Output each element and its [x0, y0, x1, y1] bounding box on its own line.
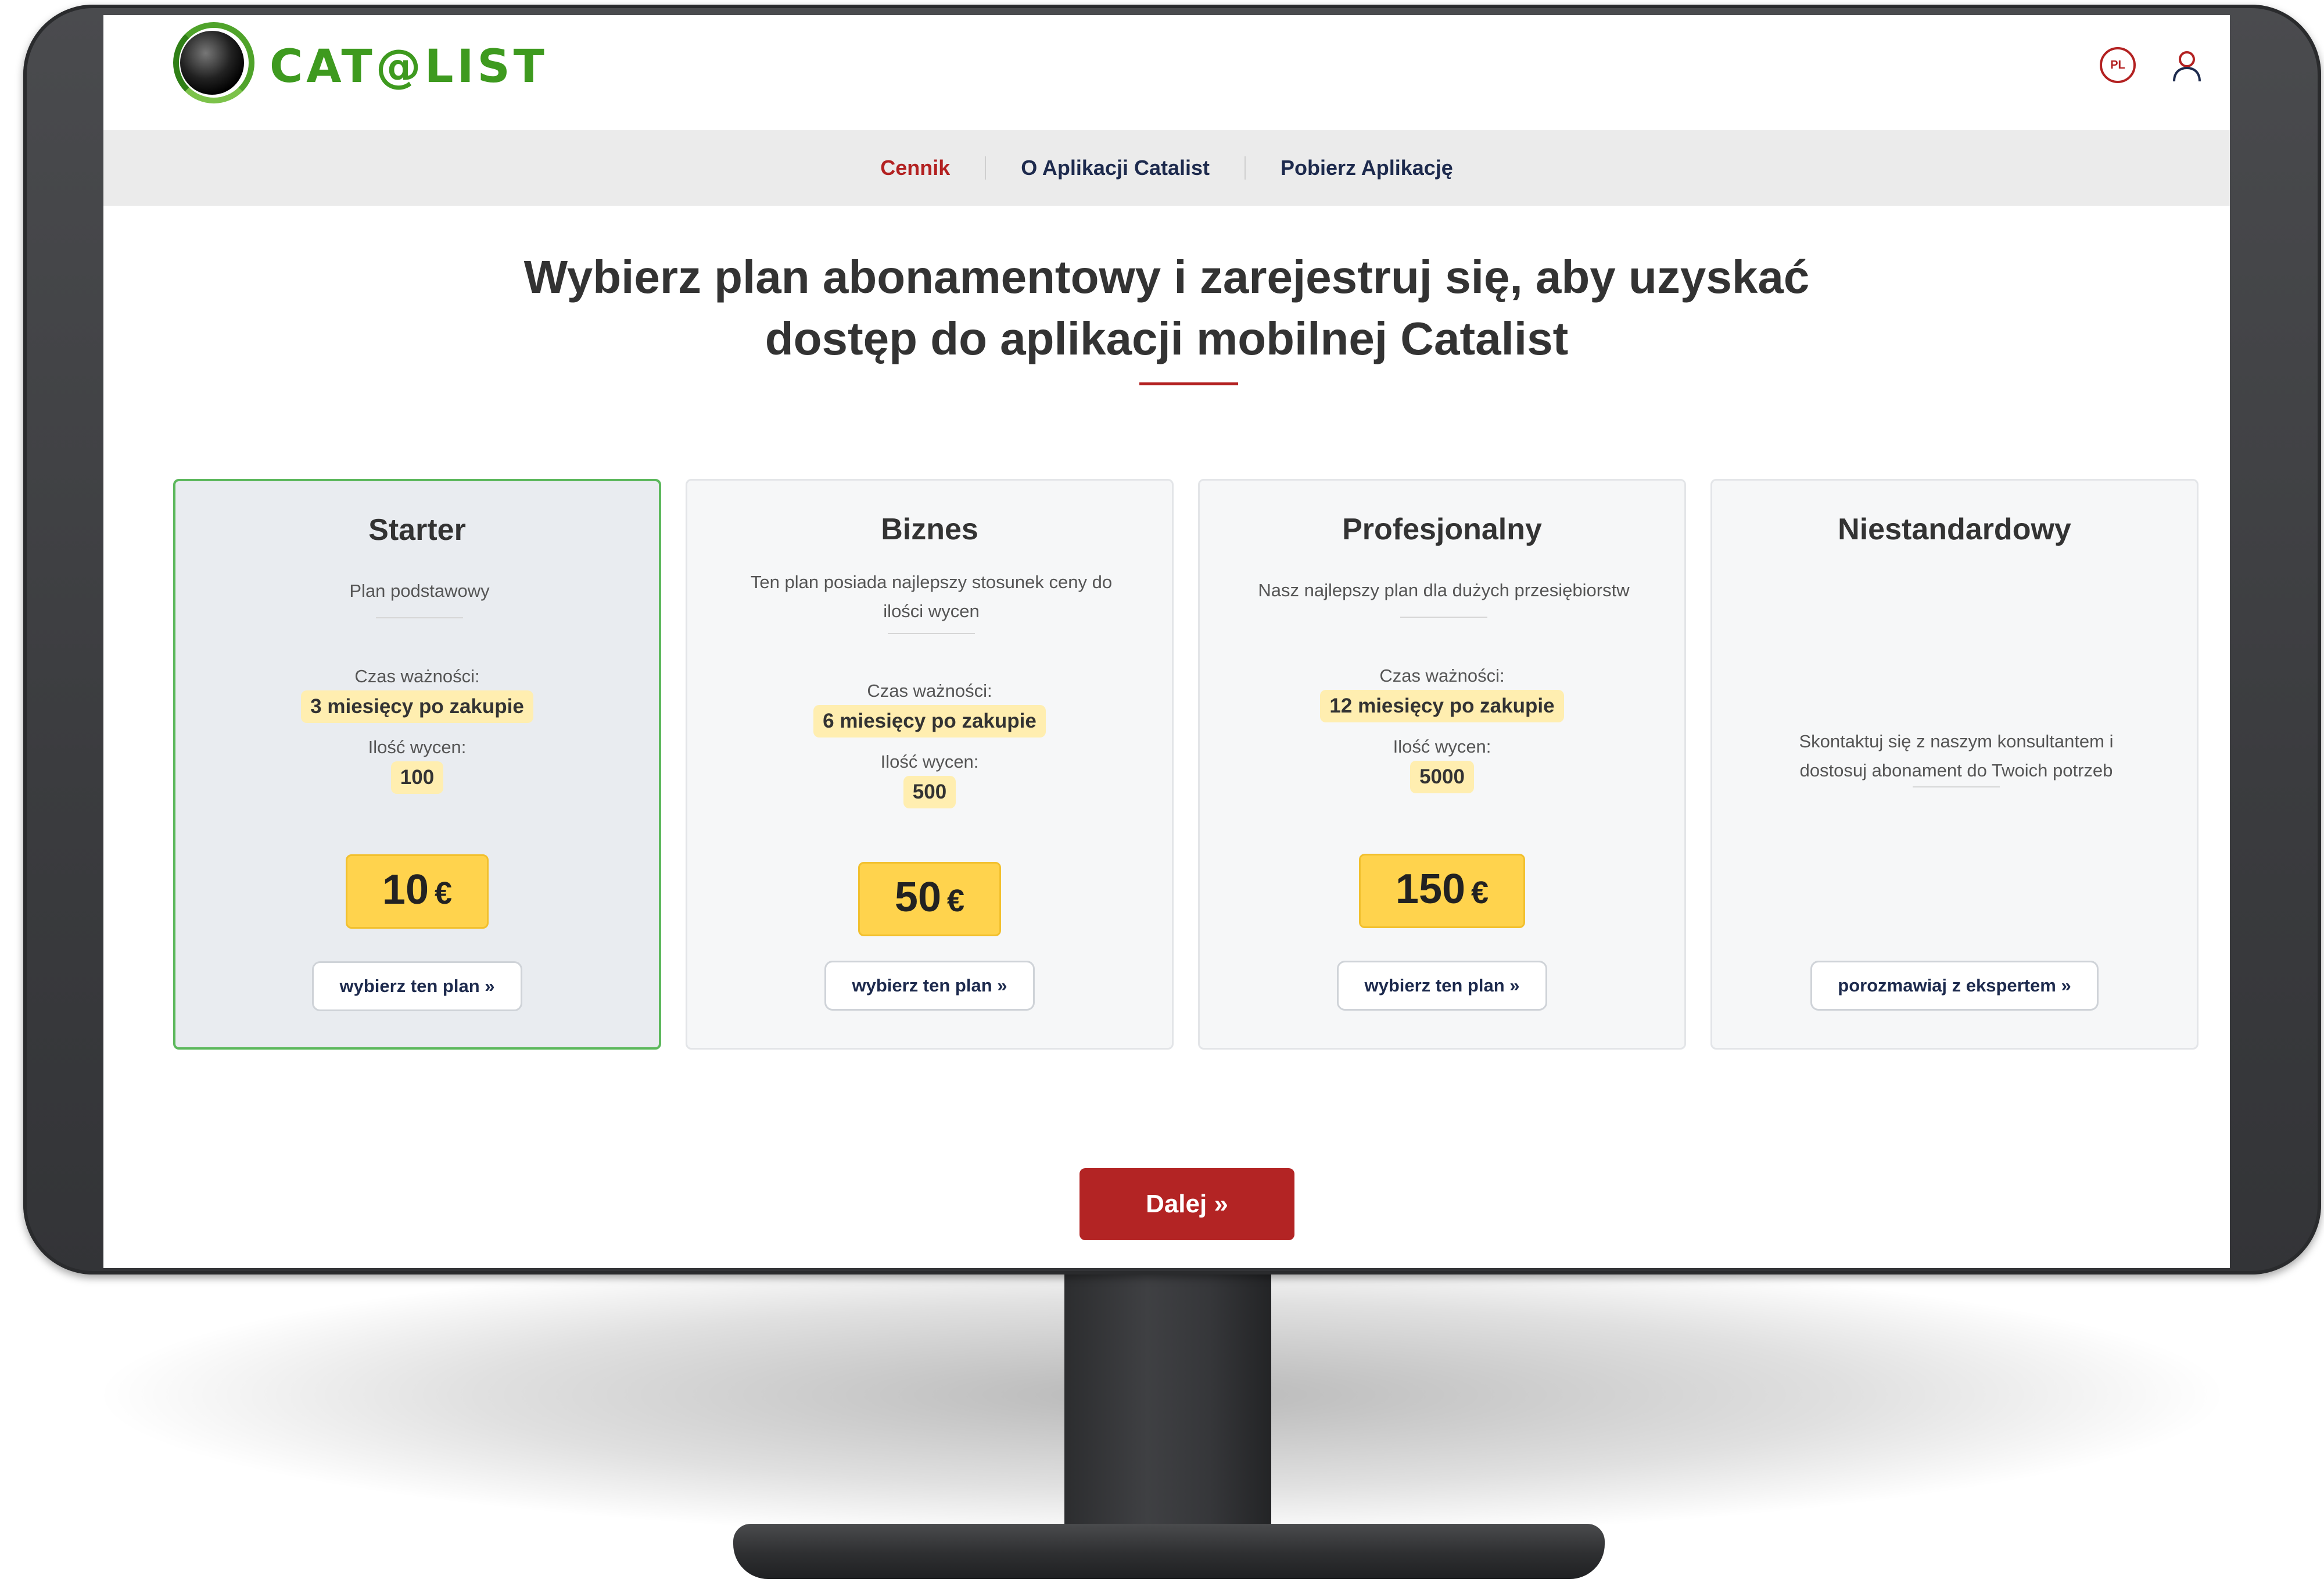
plan-description: Nasz najlepszy plan dla dużych przesiębi… [1258, 580, 1630, 600]
site-header: CAT@LIST PL [103, 15, 2230, 130]
plan-title: Biznes [881, 513, 978, 546]
validity-label: Czas ważności: [1379, 665, 1505, 686]
screen: CAT@LIST PL Cennik O Aplikacji Catalist … [103, 15, 2230, 1268]
plan-title: Starter [368, 513, 466, 547]
plan-card-professional[interactable]: Profesjonalny Nasz najlepszy plan dla du… [1198, 479, 1686, 1050]
choose-plan-button[interactable]: wybierz ten plan » [312, 961, 522, 1011]
plan-card-custom[interactable]: Niestandardowy Skontaktuj się z naszym k… [1710, 479, 2199, 1050]
quota-label: Ilość wycen: [1393, 736, 1491, 757]
validity-label: Czas ważności: [354, 666, 480, 686]
currency-symbol: € [435, 876, 453, 911]
plan-description: Plan podstawowy [349, 581, 490, 601]
plan-price: 50 € [858, 862, 1002, 936]
plan-title: Niestandardowy [1838, 513, 2071, 546]
plan-description: Skontaktuj się z naszym konsultantem i d… [1799, 731, 2114, 781]
plan-divider [888, 633, 975, 634]
quota-value: 100 [390, 761, 444, 794]
validity-label: Czas ważności: [867, 681, 992, 701]
talk-to-expert-button[interactable]: porozmawiaj z ekspertem » [1810, 961, 2099, 1011]
plan-price: 10 € [345, 854, 489, 929]
nav-item-about[interactable]: O Aplikacji Catalist [986, 156, 1245, 180]
validity-value: 3 miesięcy po zakupie [301, 690, 533, 723]
plan-divider [1400, 617, 1487, 618]
plan-description: Ten plan posiada najlepszy stosunek ceny… [750, 572, 1113, 621]
plan-price: 150 € [1358, 854, 1526, 928]
choose-plan-button[interactable]: wybierz ten plan » [1337, 961, 1547, 1011]
plan-card-starter[interactable]: Starter Plan podstawowy Czas ważności: 3… [173, 479, 661, 1050]
validity-value: 6 miesięcy po zakupie [813, 705, 1046, 737]
logo-ball-icon [180, 31, 244, 95]
language-switch[interactable]: PL [2100, 47, 2136, 83]
quota-label: Ilość wycen: [880, 751, 979, 772]
title-underline [1139, 382, 1238, 385]
quota-value: 5000 [1410, 761, 1474, 793]
plan-card-business[interactable]: Biznes Ten plan posiada najlepszy stosun… [686, 479, 1174, 1050]
choose-plan-button[interactable]: wybierz ten plan » [824, 961, 1035, 1011]
page-title: Wybierz plan abonamentowy i zarejestruj … [103, 246, 2230, 370]
monitor-stand-base [733, 1524, 1605, 1579]
currency-symbol: € [1471, 875, 1489, 910]
page-title-line2: dostęp do aplikacji mobilnej Catalist [765, 313, 1569, 364]
page-title-line1: Wybierz plan abonamentowy i zarejestruj … [523, 251, 1810, 303]
quota-label: Ilość wycen: [368, 737, 467, 757]
plan-divider [376, 617, 463, 618]
nav-item-download[interactable]: Pobierz Aplikację [1246, 156, 1488, 180]
user-account-icon[interactable] [2172, 50, 2202, 83]
currency-symbol: € [947, 883, 965, 918]
logo-text: CAT@LIST [270, 41, 548, 93]
plan-divider [1913, 786, 2000, 787]
plan-title: Profesjonalny [1342, 513, 1542, 546]
main-nav: Cennik O Aplikacji Catalist Pobierz Apli… [103, 130, 2230, 206]
quota-value: 500 [903, 776, 956, 808]
nav-item-pricing[interactable]: Cennik [845, 156, 985, 180]
validity-value: 12 miesięcy po zakupie [1320, 690, 1564, 722]
next-button[interactable]: Dalej » [1079, 1168, 1294, 1240]
